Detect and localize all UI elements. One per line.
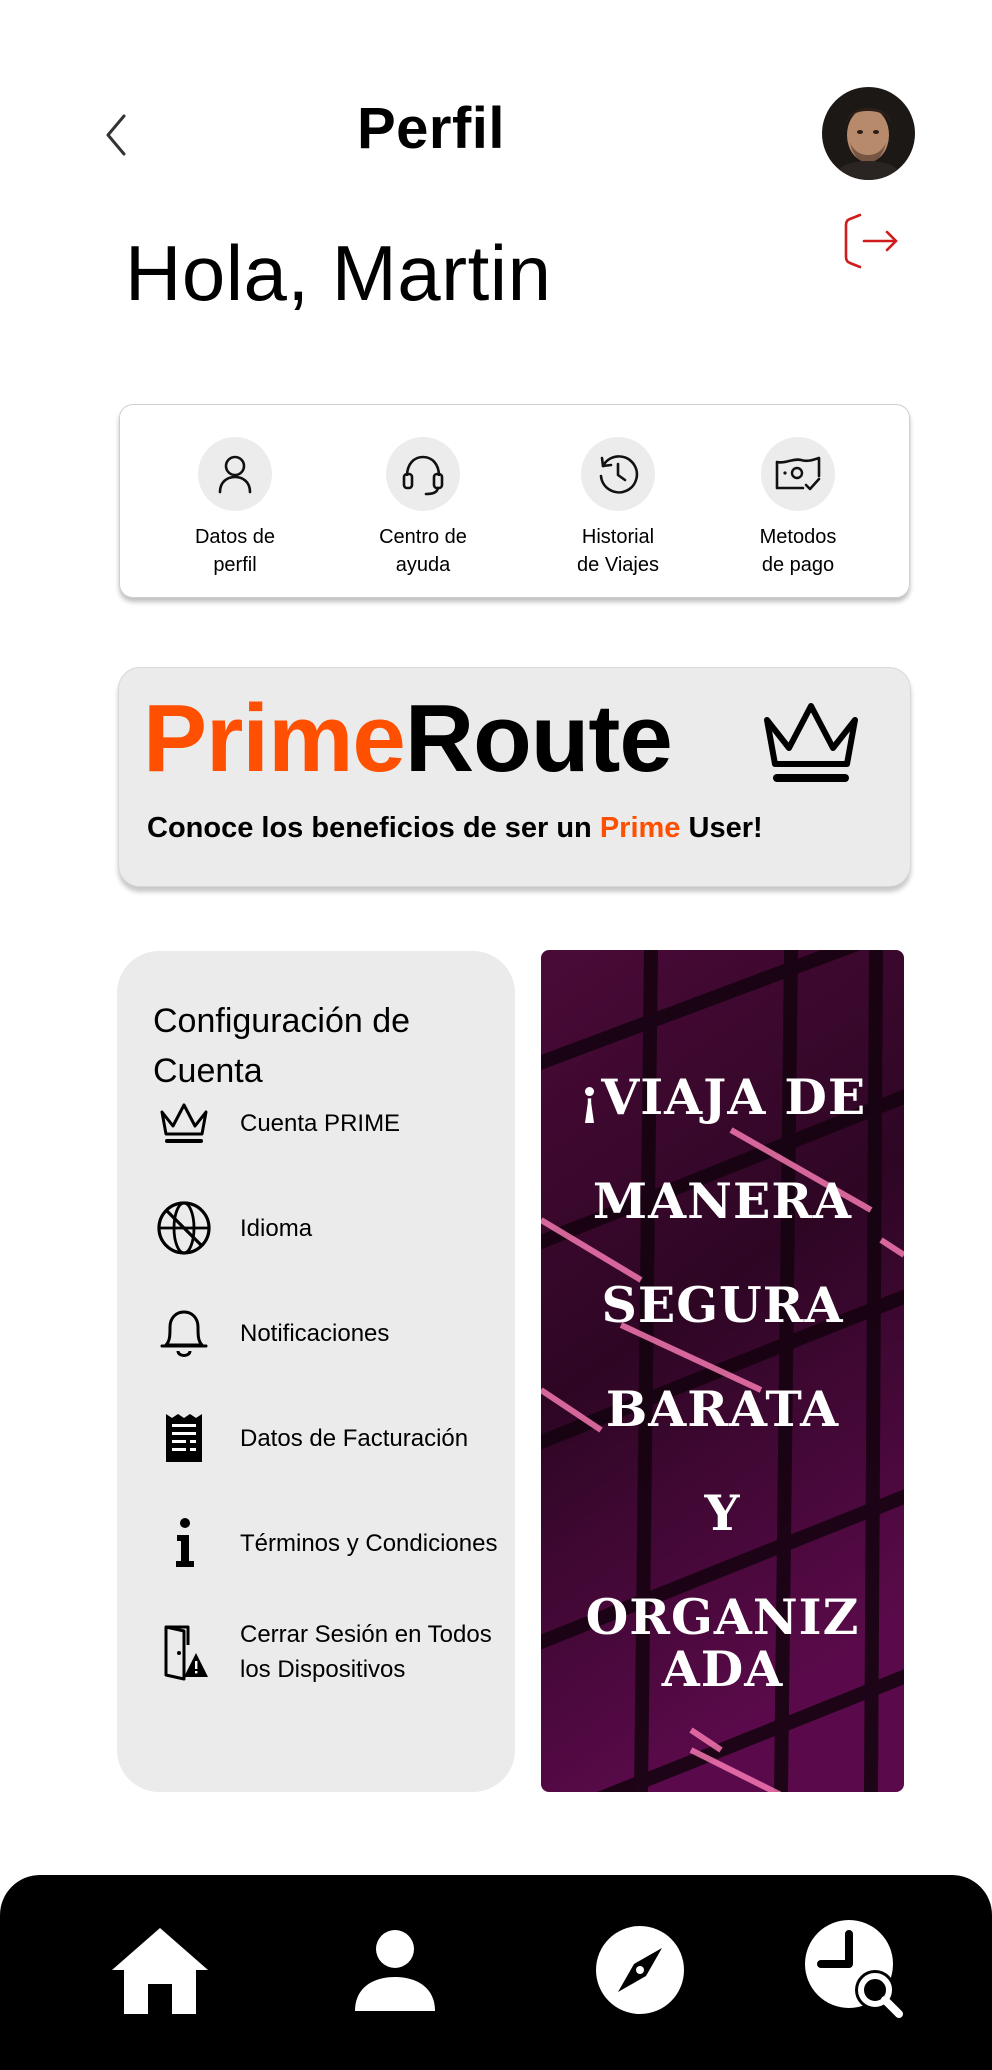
avatar[interactable] bbox=[822, 87, 915, 180]
quick-actions-card: Datos de perfil Centro de ayuda Historia… bbox=[119, 404, 910, 598]
user-icon bbox=[218, 455, 252, 494]
nav-trip-search[interactable] bbox=[800, 1915, 910, 2025]
settings-icon-wrap bbox=[155, 1199, 213, 1257]
crown-icon bbox=[764, 703, 858, 782]
promo-line: ¡VIAJA DE bbox=[578, 1068, 867, 1126]
promo-headline: ¡VIAJA DE MANERA SEGURA BARATA Y ORGANIZ… bbox=[541, 1045, 904, 1695]
quick-action-label: Centro de ayuda bbox=[379, 526, 467, 576]
nav-explore[interactable] bbox=[585, 1915, 695, 2025]
brand-logo: PrimeRoute bbox=[143, 685, 673, 792]
account-settings-panel: Configuración de Cuenta Cuenta PRIME Idi… bbox=[117, 951, 515, 1792]
settings-icon-wrap bbox=[155, 1094, 213, 1152]
promo-banner: ¡VIAJA DE MANERA SEGURA BARATA Y ORGANIZ… bbox=[541, 950, 904, 1792]
bottom-navigation bbox=[0, 1875, 992, 2070]
settings-icon-wrap bbox=[155, 1514, 213, 1572]
quick-action-icon-bg bbox=[761, 437, 835, 511]
settings-title: Configuración de Cuenta bbox=[153, 1002, 411, 1090]
quick-action-icon-bg bbox=[386, 437, 460, 511]
settings-item-prime-account[interactable]: Cuenta PRIME bbox=[117, 1088, 515, 1158]
settings-item-notifications[interactable]: Notificaciones bbox=[117, 1298, 515, 1368]
info-icon bbox=[176, 1518, 194, 1567]
logout-button[interactable] bbox=[842, 210, 902, 272]
history-icon bbox=[599, 455, 639, 494]
promo-line: ORGANIZ bbox=[585, 1588, 860, 1646]
promo-line: MANERA bbox=[592, 1172, 853, 1230]
nav-profile[interactable] bbox=[340, 1915, 450, 2025]
quick-action-label: Metodos de pago bbox=[759, 526, 837, 576]
language-icon bbox=[157, 1201, 211, 1255]
settings-icon-wrap bbox=[155, 1623, 213, 1681]
payment-icon bbox=[775, 456, 821, 491]
settings-item-label: Términos y Condiciones bbox=[240, 1529, 498, 1557]
home-icon bbox=[112, 1928, 208, 2014]
quick-action-trip-history[interactable]: Historial de Viajes bbox=[533, 437, 703, 579]
door-warning-icon bbox=[164, 1625, 208, 1681]
crown-icon bbox=[160, 1103, 208, 1143]
brand-part-prime: Prime bbox=[143, 685, 406, 792]
prime-tagline: Conoce los beneficios de ser un Prime Us… bbox=[147, 812, 763, 845]
profile-icon bbox=[355, 1930, 435, 2011]
receipt-icon bbox=[166, 1414, 202, 1462]
quick-action-icon-bg bbox=[581, 437, 655, 511]
quick-action-profile-data[interactable]: Datos de perfil bbox=[150, 437, 320, 579]
quick-action-label: Datos de perfil bbox=[194, 526, 276, 576]
prime-banner[interactable]: PrimeRoute Conoce los beneficios de ser … bbox=[118, 667, 911, 887]
settings-item-label: Cerrar Sesión en Todos los Dispositivos bbox=[240, 1621, 492, 1683]
page-title: Perfil bbox=[356, 96, 506, 161]
settings-item-label: Cuenta PRIME bbox=[240, 1109, 401, 1137]
settings-item-logout-all[interactable]: Cerrar Sesión en Todos los Dispositivos bbox=[117, 1613, 515, 1691]
user-photo bbox=[822, 87, 915, 180]
settings-icon-wrap bbox=[155, 1409, 213, 1467]
settings-item-label: Idioma bbox=[240, 1214, 313, 1242]
promo-line: Y bbox=[704, 1484, 741, 1542]
tagline-text-end: User! bbox=[680, 812, 763, 844]
profile-screen: Perfil Hola, Martin Datos de perfil Cent… bbox=[0, 0, 992, 2070]
quick-action-label: Historial de Viajes bbox=[577, 526, 659, 576]
promo-line: BARATA bbox=[605, 1380, 840, 1438]
greeting-heading: Hola, Martin bbox=[125, 229, 552, 317]
tagline-highlight: Prime bbox=[599, 812, 681, 844]
settings-icon-wrap bbox=[155, 1304, 213, 1362]
settings-item-label: Datos de Facturación bbox=[240, 1424, 469, 1452]
settings-item-language[interactable]: Idioma bbox=[117, 1193, 515, 1263]
settings-item-billing[interactable]: Datos de Facturación bbox=[117, 1403, 515, 1473]
clock-search-icon bbox=[805, 1920, 903, 2018]
quick-action-payment-methods[interactable]: Metodos de pago bbox=[713, 437, 883, 579]
nav-home[interactable] bbox=[105, 1915, 215, 2025]
quick-action-help-center[interactable]: Centro de ayuda bbox=[338, 437, 508, 579]
settings-item-label: Notificaciones bbox=[240, 1319, 390, 1347]
bell-icon bbox=[160, 1310, 208, 1357]
settings-item-terms[interactable]: Términos y Condiciones bbox=[117, 1508, 515, 1578]
quick-action-icon-bg bbox=[198, 437, 272, 511]
headset-icon bbox=[402, 455, 444, 496]
promo-line: ADA bbox=[661, 1640, 784, 1698]
compass-icon bbox=[596, 1926, 684, 2014]
logout-icon bbox=[844, 213, 898, 269]
brand-part-route: Route bbox=[404, 685, 673, 792]
promo-line: SEGURA bbox=[601, 1276, 844, 1334]
tagline-text: Conoce los beneficios de ser un bbox=[147, 812, 600, 844]
